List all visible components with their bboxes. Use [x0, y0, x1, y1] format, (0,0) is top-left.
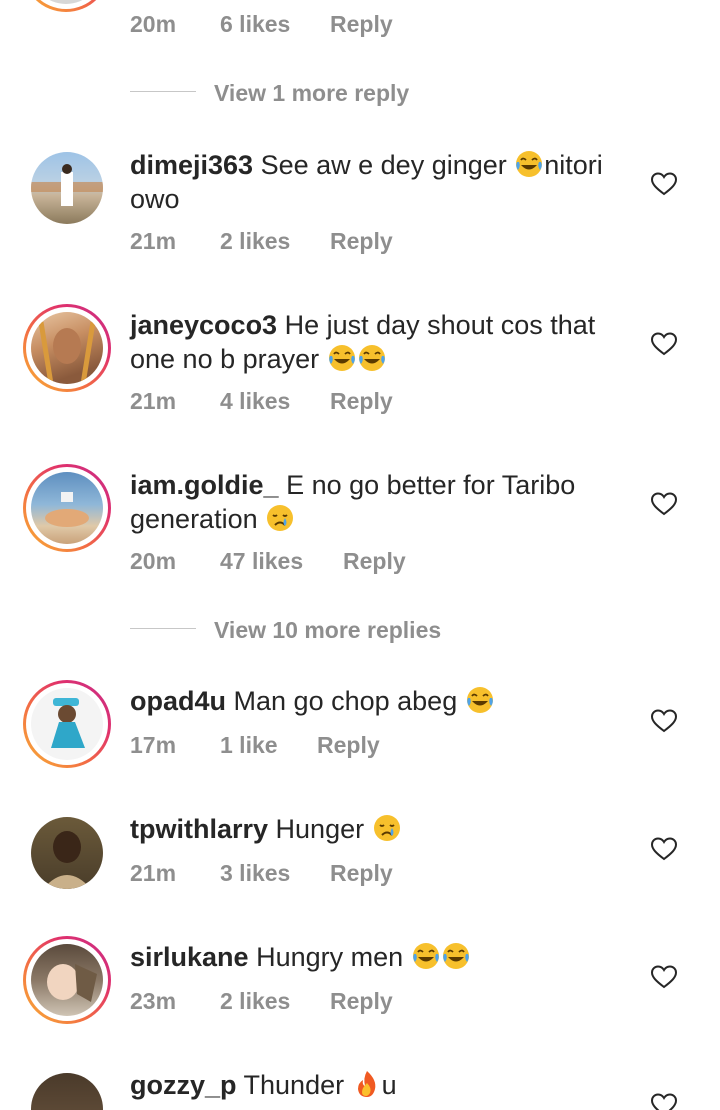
likes-count[interactable]: 2 likes — [220, 988, 290, 1015]
comment-item: iam.goldie_ E no go better for Taribo ge… — [0, 460, 720, 590]
avatar — [31, 688, 103, 760]
avatar — [31, 944, 103, 1016]
reply-button[interactable]: Reply — [330, 860, 393, 887]
username[interactable]: sirlukane — [130, 942, 249, 972]
comment-meta: 20m 47 likes Reply — [130, 548, 450, 578]
laughing-tears-emoji — [465, 685, 495, 715]
comment-meta: 21m 2 likes Reply — [130, 228, 430, 258]
view-more-replies-button[interactable]: View 10 more replies — [214, 617, 441, 644]
reply-button[interactable]: Reply — [330, 988, 393, 1015]
likes-count[interactable]: 4 likes — [220, 388, 290, 415]
timestamp: 23m — [130, 988, 177, 1014]
reply-button[interactable]: Reply — [343, 548, 406, 575]
username[interactable]: opad4u — [130, 686, 226, 716]
crying-face-emoji — [372, 813, 402, 843]
reply-button[interactable]: Reply — [330, 228, 393, 255]
comment-text: iam.goldie_ E no go better for Taribo ge… — [130, 468, 630, 536]
comment-text: tpwithlarry Hunger — [130, 812, 630, 846]
likes-count[interactable]: 2 likes — [220, 228, 290, 255]
avatar[interactable] — [31, 817, 103, 889]
comment-body: Hungry men — [256, 942, 411, 972]
avatar — [31, 472, 103, 544]
laughing-tears-emoji — [327, 343, 357, 373]
laughing-tears-emoji — [357, 343, 387, 373]
username[interactable]: gozzy_p — [130, 1070, 237, 1100]
comment-item: janeycoco3 He just day shout cos that on… — [0, 300, 720, 430]
view-more-replies-button[interactable]: View 1 more reply — [214, 80, 409, 107]
comment-text: sirlukane Hungry men — [130, 940, 630, 974]
timestamp: 20m — [130, 548, 177, 574]
reply-button[interactable]: Reply — [330, 11, 393, 38]
crying-face-emoji — [265, 503, 295, 533]
timestamp: 17m — [130, 732, 177, 758]
reply-button[interactable]: Reply — [330, 388, 393, 415]
username[interactable]: iam.goldie_ — [130, 470, 279, 500]
divider-line — [130, 91, 196, 92]
comment-body: Thunder — [243, 1070, 352, 1100]
comment-meta: 21m 4 likes Reply — [130, 388, 430, 418]
heart-icon[interactable] — [651, 837, 677, 861]
comment-body: Hunger — [275, 814, 372, 844]
divider-line — [130, 628, 196, 629]
likes-count[interactable]: 3 likes — [220, 860, 290, 887]
avatar[interactable] — [31, 152, 103, 224]
comment-text: opad4u Man go chop abeg — [130, 684, 630, 718]
comment-meta: 23m 2 likes Reply — [130, 988, 430, 1018]
comment-body: See aw e dey ginger — [260, 150, 515, 180]
comment-text: gozzy_p Thunder u — [130, 1068, 630, 1102]
heart-icon[interactable] — [651, 1093, 677, 1110]
username[interactable]: tpwithlarry — [130, 814, 268, 844]
comment-meta: 17m 1 like Reply — [130, 732, 430, 762]
laughing-tears-emoji — [441, 941, 471, 971]
avatar-story-ring[interactable] — [23, 464, 111, 552]
laughing-tears-emoji — [514, 149, 544, 179]
avatar-story-ring[interactable] — [23, 936, 111, 1024]
likes-count[interactable]: 6 likes — [220, 11, 290, 38]
comment-item: sirlukane Hungry men 23m 2 likes Reply — [0, 932, 720, 1042]
heart-icon[interactable] — [651, 492, 677, 516]
comment-meta: 21m 3 likes Reply — [130, 860, 430, 890]
timestamp: 21m — [130, 388, 177, 414]
laughing-tears-emoji — [411, 941, 441, 971]
comment-item: dimeji363 See aw e dey ginger nitori owo… — [0, 140, 720, 270]
comment-item: tpwithlarry Hunger 21m 3 likes Reply — [0, 804, 720, 914]
likes-count[interactable]: 1 like — [220, 732, 278, 759]
heart-icon[interactable] — [651, 332, 677, 356]
heart-icon[interactable] — [651, 965, 677, 989]
heart-icon[interactable] — [651, 709, 677, 733]
comment-body-after: u — [381, 1070, 397, 1100]
fire-emoji — [352, 1069, 382, 1099]
timestamp: 21m — [130, 228, 177, 254]
likes-count[interactable]: 47 likes — [220, 548, 303, 575]
reply-button[interactable]: Reply — [317, 732, 380, 759]
avatar-story-ring[interactable] — [23, 304, 111, 392]
comment-item: gozzy_p Thunder u — [0, 1060, 720, 1110]
avatar — [31, 312, 103, 384]
comment-item: opad4u Man go chop abeg 17m 1 like Reply — [0, 676, 720, 786]
comment-meta-top: 20m 6 likes Reply — [130, 11, 430, 41]
comment-text: dimeji363 See aw e dey ginger nitori owo — [130, 148, 630, 216]
avatar[interactable] — [31, 1073, 103, 1110]
avatar-partial-top[interactable] — [22, 0, 110, 12]
timestamp: 21m — [130, 860, 177, 886]
heart-icon[interactable] — [651, 172, 677, 196]
avatar-story-ring[interactable] — [23, 680, 111, 768]
timestamp: 20m — [130, 11, 177, 37]
comment-text: janeycoco3 He just day shout cos that on… — [130, 308, 630, 376]
username[interactable]: janeycoco3 — [130, 310, 277, 340]
comment-body: Man go chop abeg — [233, 686, 465, 716]
username[interactable]: dimeji363 — [130, 150, 253, 180]
